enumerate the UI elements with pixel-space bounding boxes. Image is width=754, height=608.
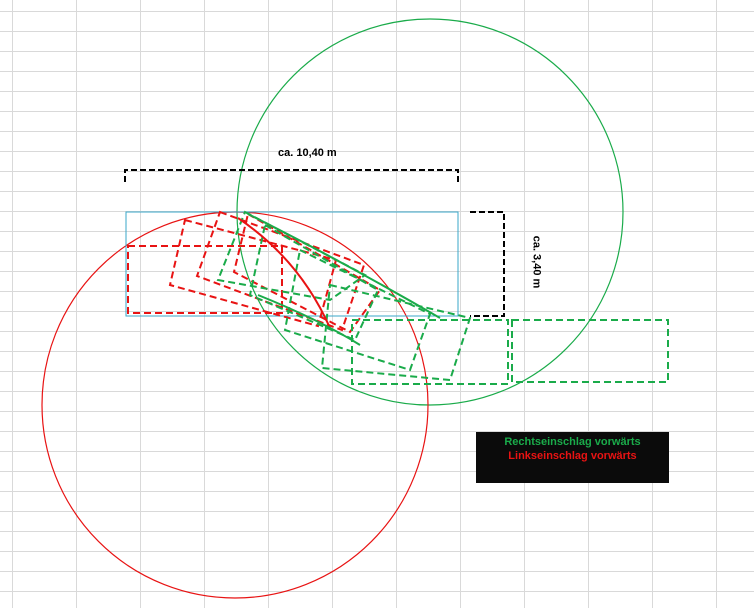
wheel-track-lines	[237, 213, 441, 346]
height-dimension-label: ca. 3,40 m	[530, 235, 543, 289]
legend-left-steer: Linkseinschlag vorwärts	[508, 450, 637, 462]
right-steer-vehicle	[216, 210, 367, 302]
legend-box: Rechtseinschlag vorwärts Linkseinschlag …	[476, 432, 669, 483]
width-dimension-line	[124, 169, 459, 182]
diagram-canvas: ca. 10,40 m ca. 3,40 m Rechtseinschlag v…	[0, 0, 754, 608]
turning-diagram	[41, 18, 669, 599]
width-dimension-label: ca. 10,40 m	[278, 147, 337, 159]
legend-right-steer: Rechtseinschlag vorwärts	[504, 436, 641, 448]
left-steer-vehicle	[168, 218, 338, 328]
height-dimension-line	[470, 211, 505, 317]
right-steer-vehicle	[351, 319, 509, 385]
right-steer-vehicle	[283, 248, 432, 372]
right-steer-vehicle	[511, 319, 669, 383]
